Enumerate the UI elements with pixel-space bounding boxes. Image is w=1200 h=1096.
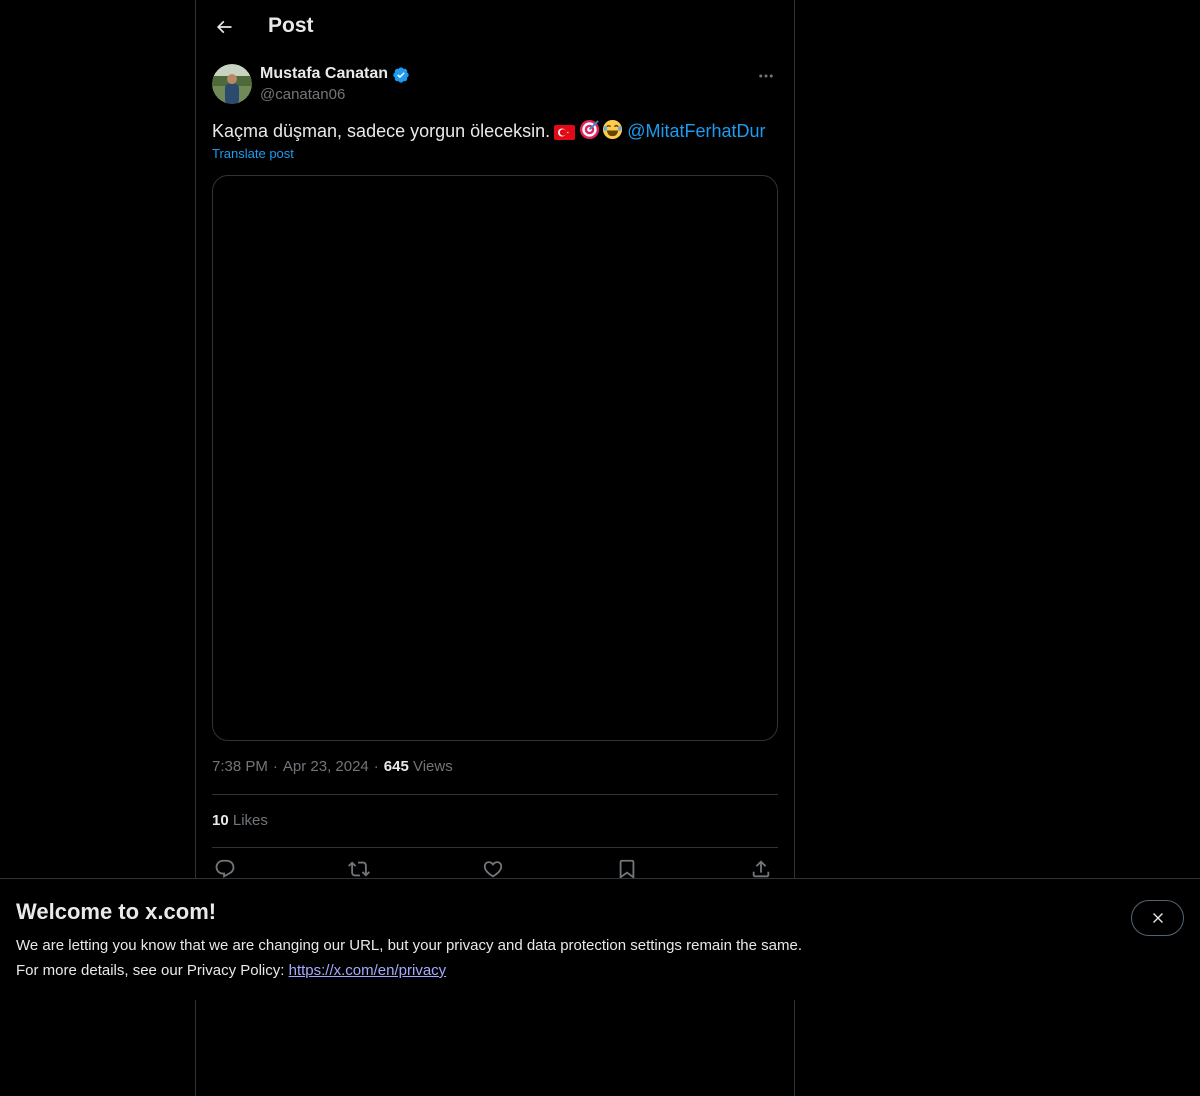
banner-privacy-line: For more details, see our Privacy Policy… [16, 962, 446, 979]
likes-label: Likes [232, 812, 268, 829]
author-name[interactable]: Mustafa Canatan [260, 65, 388, 83]
target-emoji-icon [579, 119, 600, 146]
likes-count: 10 [212, 812, 229, 829]
welcome-banner: Welcome to x.com! We are letting you kno… [0, 878, 1200, 1000]
close-icon [1152, 913, 1163, 923]
back-button[interactable] [208, 11, 240, 43]
post-media[interactable] [212, 175, 778, 741]
share-icon [752, 860, 770, 878]
views-label: Views [412, 758, 453, 775]
translate-post-link[interactable]: Translate post [212, 146, 294, 161]
flag-tr-icon [554, 122, 576, 146]
author-handle[interactable]: @canatan06 [260, 86, 345, 103]
repost-icon [348, 861, 370, 877]
banner-privacy-prefix: For more details, see our Privacy Policy… [16, 962, 285, 979]
divider [212, 794, 778, 795]
privacy-policy-link[interactable]: https://x.com/en/privacy [289, 962, 447, 979]
avatar[interactable] [212, 64, 252, 104]
page-header: Post [196, 0, 794, 54]
laughing-emoji-icon [602, 119, 623, 146]
mention-link[interactable]: @MitatFerhatDur [627, 121, 765, 141]
verified-badge-icon [393, 67, 409, 83]
post-date[interactable]: Apr 23, 2024 [283, 758, 369, 775]
views-count: 645 [383, 758, 409, 775]
arrow-left-icon [216, 20, 232, 34]
post-time[interactable]: 7:38 PM [212, 758, 268, 775]
post-author: Mustafa Canatan @canatan06 [212, 64, 778, 106]
post-meta: 7:38 PM · Apr 23, 2024 · 645 Views [212, 758, 453, 775]
more-options-button[interactable] [754, 64, 778, 88]
close-banner-button[interactable] [1131, 900, 1184, 936]
banner-title: Welcome to x.com! [16, 899, 217, 924]
divider [212, 847, 778, 848]
likes-stat[interactable]: 10 Likes [212, 812, 268, 829]
banner-message: We are letting you know that we are chan… [16, 937, 802, 954]
reply-icon [215, 859, 235, 878]
page-title: Post [268, 14, 314, 37]
like-icon [483, 861, 503, 878]
bookmark-icon [619, 859, 635, 880]
post-text: Kaçma düşman, sadece yorgun öleceksin. @M… [212, 119, 778, 146]
post-body: Kaçma düşman, sadece yorgun öleceksin. [212, 121, 551, 141]
more-horizontal-icon [759, 74, 773, 78]
